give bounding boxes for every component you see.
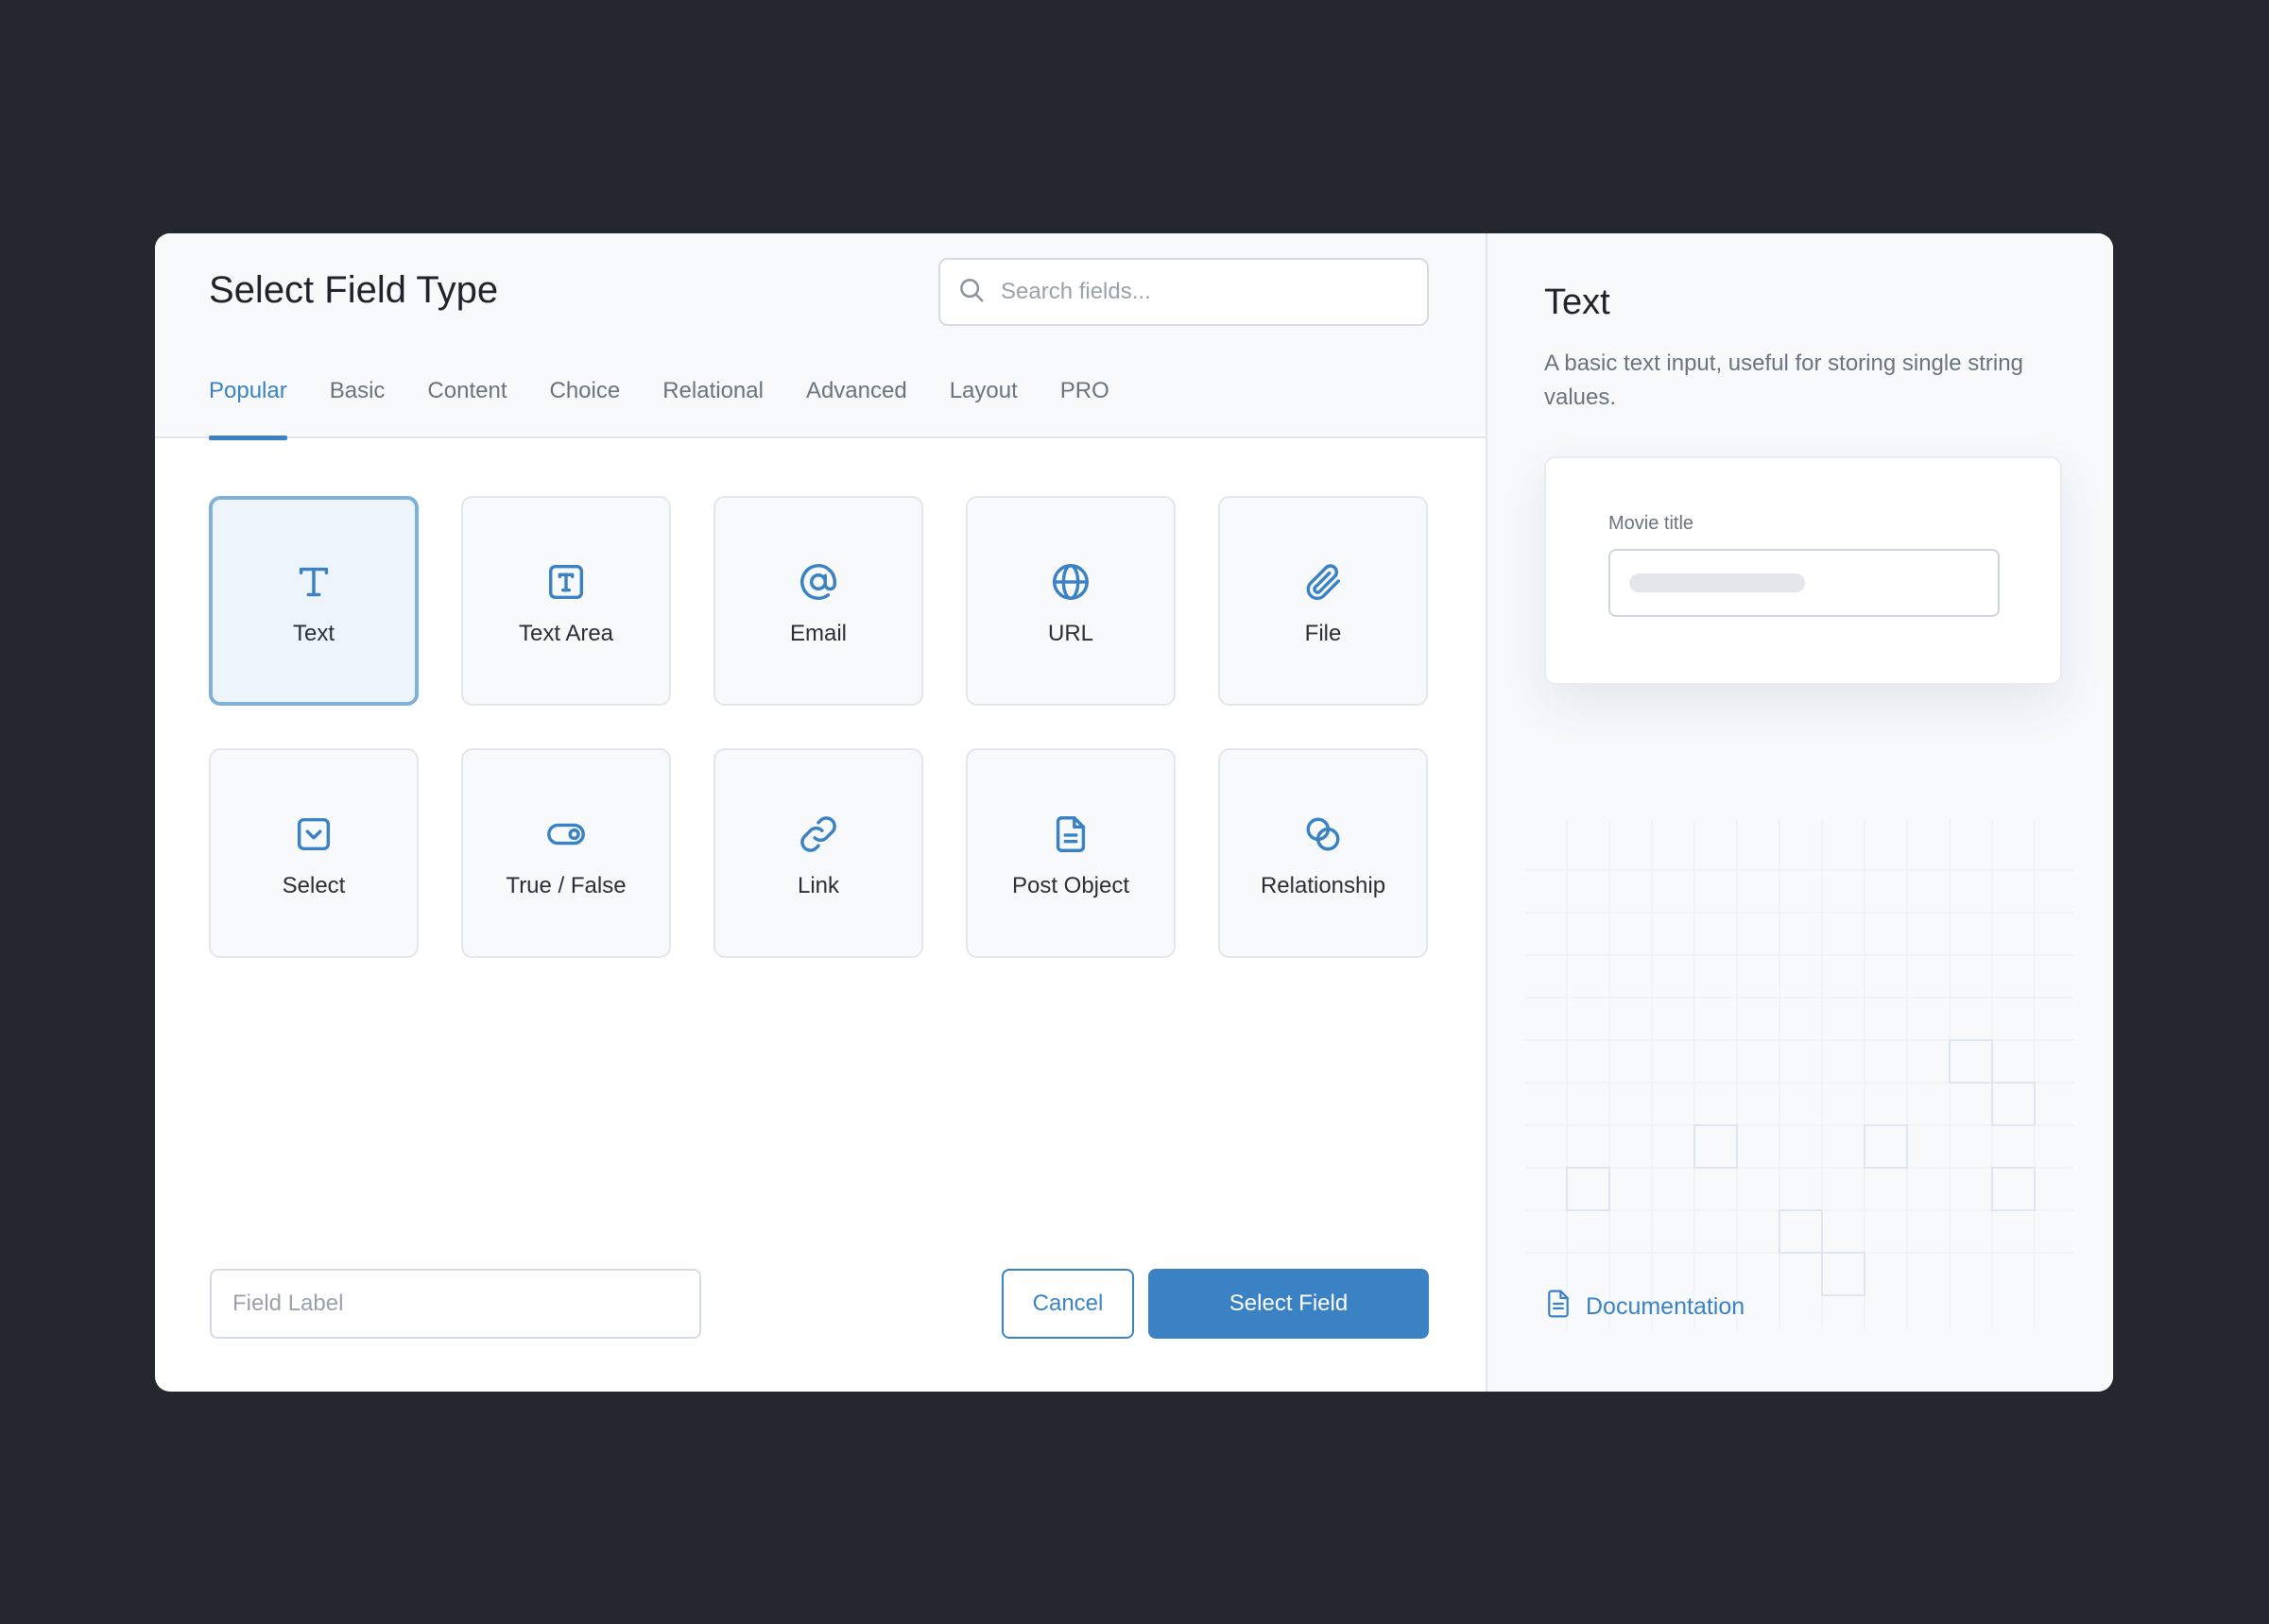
preview-description: A basic text input, useful for storing s… bbox=[1544, 350, 2023, 410]
text-icon bbox=[292, 560, 335, 604]
tab-layout[interactable]: Layout bbox=[950, 380, 1018, 438]
field-card-label: Link bbox=[797, 873, 840, 898]
dialog-header: Select Field Type Popular Basic Content … bbox=[155, 233, 1486, 440]
tab-basic[interactable]: Basic bbox=[330, 380, 386, 438]
tab-content[interactable]: Content bbox=[427, 380, 507, 438]
preview-title: Text bbox=[1544, 282, 1610, 322]
field-card-text-area[interactable]: Text Area bbox=[461, 496, 671, 706]
field-card-post-object[interactable]: Post Object bbox=[966, 748, 1176, 958]
document-icon bbox=[1544, 1288, 1586, 1326]
field-card-label: Post Object bbox=[1011, 873, 1130, 898]
toggle-icon bbox=[544, 812, 588, 856]
category-tabs: Popular Basic Content Choice Relational … bbox=[209, 380, 1152, 440]
field-card-label: Text bbox=[292, 621, 335, 646]
field-card-file[interactable]: File bbox=[1218, 496, 1428, 706]
field-card-label: File bbox=[1304, 621, 1342, 646]
field-card-email[interactable]: Email bbox=[713, 496, 923, 706]
at-sign-icon bbox=[797, 560, 840, 604]
field-card-text[interactable]: Text bbox=[209, 496, 419, 706]
field-card-true-false[interactable]: True / False bbox=[461, 748, 671, 958]
globe-icon bbox=[1049, 560, 1092, 604]
field-card-label: True / False bbox=[506, 873, 627, 898]
field-card-relationship[interactable]: Relationship bbox=[1218, 748, 1428, 958]
field-type-grid: Text Text Area Email URL File Select Tru… bbox=[209, 496, 1428, 958]
field-preview-panel: Text A basic text input, useful for stor… bbox=[1486, 233, 2113, 1392]
text-area-icon bbox=[544, 560, 588, 604]
field-card-label: Text Area bbox=[518, 621, 614, 646]
tab-pro[interactable]: PRO bbox=[1060, 380, 1109, 438]
field-card-label: Select bbox=[282, 873, 346, 898]
documentation-link[interactable]: Documentation bbox=[1544, 1288, 1745, 1326]
tab-advanced[interactable]: Advanced bbox=[806, 380, 907, 438]
preview-card: Movie title bbox=[1544, 456, 2062, 685]
field-card-select[interactable]: Select bbox=[209, 748, 419, 958]
field-card-link[interactable]: Link bbox=[713, 748, 923, 958]
preview-placeholder-bar bbox=[1629, 573, 1805, 592]
select-field-type-dialog: Select Field Type Popular Basic Content … bbox=[155, 233, 2113, 1392]
field-card-url[interactable]: URL bbox=[966, 496, 1176, 706]
field-type-selector: Select Field Type Popular Basic Content … bbox=[155, 233, 1486, 1392]
tab-relational[interactable]: Relational bbox=[662, 380, 764, 438]
search-input[interactable] bbox=[999, 278, 1400, 306]
preview-text-input bbox=[1608, 549, 2000, 617]
relationship-icon bbox=[1301, 812, 1345, 856]
tab-choice[interactable]: Choice bbox=[549, 380, 620, 438]
documentation-label: Documentation bbox=[1586, 1293, 1745, 1320]
link-icon bbox=[797, 812, 840, 856]
field-label-input[interactable] bbox=[210, 1269, 701, 1339]
search-box[interactable] bbox=[938, 258, 1429, 326]
preview-field-label: Movie title bbox=[1608, 513, 1694, 534]
search-icon bbox=[957, 276, 986, 309]
document-icon bbox=[1049, 812, 1092, 856]
dialog-title: Select Field Type bbox=[209, 269, 499, 311]
field-card-label: Relationship bbox=[1260, 873, 1386, 898]
cancel-button[interactable]: Cancel bbox=[1002, 1269, 1134, 1339]
tab-popular[interactable]: Popular bbox=[209, 380, 287, 440]
field-card-label: Email bbox=[789, 621, 847, 646]
select-field-button[interactable]: Select Field bbox=[1148, 1269, 1429, 1339]
paperclip-icon bbox=[1301, 560, 1345, 604]
field-card-label: URL bbox=[1047, 621, 1093, 646]
select-box-icon bbox=[292, 812, 335, 856]
